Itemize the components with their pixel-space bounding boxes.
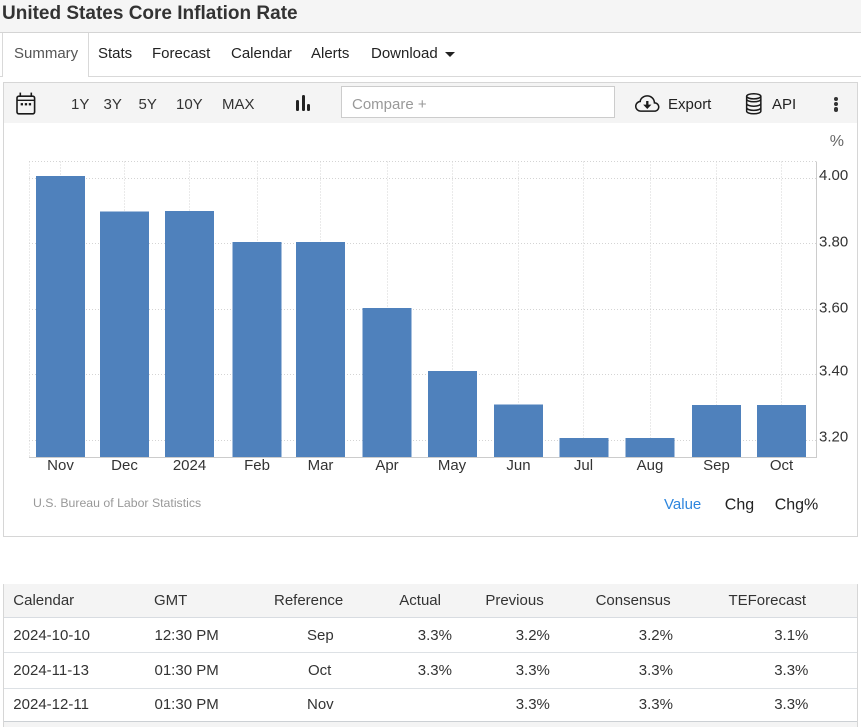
svg-text:Sep: Sep [703,457,730,474]
svg-text:2024: 2024 [173,457,206,474]
svg-text:Chg: Chg [725,497,754,514]
svg-text:Oct: Oct [770,457,794,474]
svg-text:3.80: 3.80 [819,234,848,251]
svg-text:Mar: Mar [308,457,334,474]
svg-text:Aug: Aug [637,457,664,474]
svg-text:3.60: 3.60 [819,300,848,317]
svg-text:3.20: 3.20 [819,429,848,446]
svg-text:Nov: Nov [47,457,74,474]
svg-text:Apr: Apr [375,457,398,474]
svg-text:Value: Value [664,496,701,513]
svg-text:Dec: Dec [111,457,138,474]
svg-text:U.S. Bureau of Labor Statistic: U.S. Bureau of Labor Statistics [33,496,201,510]
svg-text:%: % [830,133,844,150]
svg-text:Jun: Jun [506,457,530,474]
svg-text:May: May [438,457,467,474]
svg-text:Jul: Jul [574,457,593,474]
svg-text:3.40: 3.40 [819,363,848,380]
svg-text:4.00: 4.00 [819,167,848,184]
svg-text:Feb: Feb [244,457,270,474]
svg-text:Chg%: Chg% [775,497,819,514]
